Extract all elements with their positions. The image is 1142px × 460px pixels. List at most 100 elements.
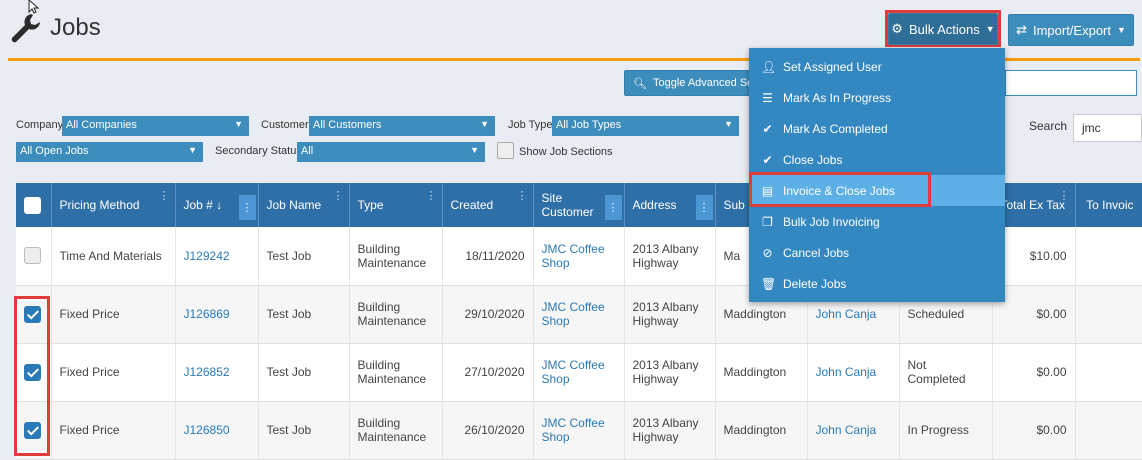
menu-item-mark-as-in-progress[interactable]: ☰ Mark As In Progress bbox=[749, 82, 1005, 113]
col-pricing-method[interactable]: Pricing Method ⋮ bbox=[51, 183, 176, 227]
address-cell-container: 2013 Albany Highway bbox=[624, 343, 716, 402]
site-customer-link-container: JMC Coffee Shop bbox=[533, 227, 625, 286]
suburb-cell: Maddington bbox=[723, 307, 787, 322]
table-row[interactable]: Fixed Price J126850 Test Job Building Maint… bbox=[16, 401, 1142, 460]
menu-item-close-jobs[interactable]: ✔ Close Jobs bbox=[749, 144, 1005, 175]
col-site-customer[interactable]: Site Customer ⋮ bbox=[533, 183, 625, 227]
total-invoiced-cell-container bbox=[1075, 401, 1142, 460]
toggle-advanced-search-button[interactable]: 🔍︎ Toggle Advanced Search bbox=[624, 70, 751, 96]
address-cell: 2013 Albany Highway bbox=[632, 416, 699, 445]
job-name-cell-container: Test Job bbox=[258, 285, 350, 344]
customer-label: Customer bbox=[261, 119, 309, 131]
column-menu-icon[interactable]: ⋮ bbox=[1059, 189, 1070, 202]
column-menu-icon[interactable]: ⋮ bbox=[159, 189, 170, 202]
address-cell: 2013 Albany Highway bbox=[632, 358, 699, 387]
job-number-link[interactable]: J126850 bbox=[184, 423, 230, 437]
caret-down-icon: ▼ bbox=[1117, 25, 1126, 35]
user-icon: 👤︎ bbox=[761, 59, 777, 74]
created-cell: 18/11/2020 bbox=[465, 248, 525, 263]
assigned-user-link[interactable]: John Canja bbox=[816, 423, 877, 437]
total-ex-tax-cell-container: $0.00 bbox=[992, 401, 1076, 460]
checkbox-selection-highlight bbox=[14, 296, 50, 456]
status-cell: In Progress bbox=[907, 423, 969, 438]
column-menu-icon[interactable]: ⋮ bbox=[517, 189, 528, 202]
assigned-user-link-container: John Canja bbox=[807, 401, 900, 460]
site-customer-link-container: JMC Coffee Shop bbox=[533, 401, 625, 460]
menu-item-cancel-jobs[interactable]: ⊘ Cancel Jobs bbox=[749, 237, 1005, 268]
col-address[interactable]: Address ⋮ bbox=[624, 183, 716, 227]
pricing-method-cell: Fixed Price bbox=[59, 365, 120, 380]
type-cell: Building Maintenance bbox=[357, 241, 427, 270]
customer-select[interactable]: All Customers ▼ bbox=[309, 116, 495, 136]
created-cell-container: 27/10/2020 bbox=[442, 343, 534, 402]
col-job-name[interactable]: Job Name ⋮ bbox=[258, 183, 350, 227]
job-number-link[interactable]: J126852 bbox=[184, 365, 230, 379]
trash-icon: 🗑︎ bbox=[761, 276, 777, 291]
column-menu-icon[interactable]: ⋮ bbox=[426, 189, 437, 202]
company-select[interactable]: All Companies ▼ bbox=[62, 116, 249, 136]
site-customer-link[interactable]: JMC Coffee Shop bbox=[542, 242, 605, 270]
pricing-method-cell: Fixed Price bbox=[59, 307, 120, 322]
assigned-user-link[interactable]: John Canja bbox=[816, 307, 877, 321]
caret-down-icon: ▼ bbox=[470, 145, 479, 155]
suburb-cell: Maddington bbox=[723, 423, 787, 438]
column-menu-icon[interactable]: ⋮ bbox=[695, 195, 713, 220]
job-number-link-container: J129242 bbox=[175, 227, 259, 286]
company-label: Company bbox=[16, 119, 64, 131]
status-cell: Not Completed bbox=[907, 358, 966, 387]
total-invoiced-cell-container bbox=[1075, 227, 1142, 286]
address-cell-container: 2013 Albany Highway bbox=[624, 401, 716, 460]
site-customer-link[interactable]: JMC Coffee Shop bbox=[542, 300, 605, 328]
type-cell-container: Building Maintenance bbox=[349, 343, 443, 402]
page-title: Jobs bbox=[50, 14, 101, 41]
created-cell-container: 18/11/2020 bbox=[442, 227, 534, 286]
address-cell: 2013 Albany Highway bbox=[632, 241, 699, 270]
secondary-status-select[interactable]: All ▼ bbox=[297, 142, 485, 162]
job-number-link[interactable]: J126869 bbox=[184, 307, 230, 321]
job-number-link[interactable]: J129242 bbox=[184, 249, 230, 263]
col-type[interactable]: Type ⋮ bbox=[349, 183, 443, 227]
row-checkbox[interactable] bbox=[24, 247, 41, 265]
site-customer-link[interactable]: JMC Coffee Shop bbox=[542, 416, 605, 444]
menu-item-mark-as-completed[interactable]: ✔ Mark As Completed bbox=[749, 113, 1005, 144]
pricing-method-cell-container: Fixed Price bbox=[51, 401, 176, 460]
secondary-status-label: Secondary Status bbox=[215, 145, 302, 157]
menu-item-delete-jobs[interactable]: 🗑︎ Delete Jobs bbox=[749, 268, 1005, 299]
search-input[interactable]: jmc bbox=[1073, 114, 1142, 142]
table-row[interactable]: Fixed Price J126852 Test Job Building Maint… bbox=[16, 343, 1142, 402]
pricing-method-cell-container: Fixed Price bbox=[51, 285, 176, 344]
suburb-cell: Ma bbox=[723, 248, 741, 263]
menu-item-label: Set Assigned User bbox=[783, 59, 882, 74]
assigned-user-link[interactable]: John Canja bbox=[816, 365, 877, 379]
select-all-checkbox[interactable] bbox=[24, 196, 41, 214]
import-export-button[interactable]: ⇄ Import/Export ▼ bbox=[1008, 14, 1134, 46]
address-cell-container: 2013 Albany Highway bbox=[624, 227, 716, 286]
select-all-header[interactable] bbox=[16, 183, 52, 227]
col-created[interactable]: Created ⋮ bbox=[442, 183, 534, 227]
job-status-select[interactable]: All Open Jobs ▼ bbox=[16, 142, 203, 162]
col-total-invoiced[interactable]: To Invoic bbox=[1075, 183, 1142, 227]
bulk-actions-button[interactable]: ⚙ Bulk Actions ▼ bbox=[888, 13, 998, 45]
menu-item-set-assigned-user[interactable]: 👤︎ Set Assigned User bbox=[749, 51, 1005, 82]
created-cell: 26/10/2020 bbox=[464, 423, 525, 438]
column-menu-icon[interactable]: ⋮ bbox=[238, 195, 256, 220]
wrench-icon bbox=[11, 13, 40, 43]
job-type-select[interactable]: All Job Types ▼ bbox=[552, 116, 739, 136]
menu-item-bulk-job-invoicing[interactable]: ❐ Bulk Job Invoicing bbox=[749, 206, 1005, 237]
caret-down-icon: ▼ bbox=[480, 119, 489, 129]
advanced-search-panel bbox=[1005, 70, 1137, 96]
col-job-number[interactable]: Job # ↓ ⋮ bbox=[175, 183, 259, 227]
total-invoiced-cell-container bbox=[1075, 343, 1142, 402]
menu-item-label: Cancel Jobs bbox=[783, 245, 850, 260]
site-customer-link[interactable]: JMC Coffee Shop bbox=[542, 358, 605, 386]
gear-icon: ⚙ bbox=[891, 21, 903, 36]
menu-item-label: Mark As In Progress bbox=[783, 90, 892, 105]
job-number-link-container: J126869 bbox=[175, 285, 259, 344]
column-menu-icon[interactable]: ⋮ bbox=[604, 195, 622, 220]
show-job-sections-checkbox[interactable] bbox=[497, 142, 514, 162]
site-customer-link-container: JMC Coffee Shop bbox=[533, 343, 625, 402]
column-menu-icon[interactable]: ⋮ bbox=[333, 189, 344, 202]
search-icon: 🔍︎ bbox=[633, 77, 647, 90]
total-ex-tax-cell-container: $0.00 bbox=[992, 343, 1076, 402]
created-cell-container: 29/10/2020 bbox=[442, 285, 534, 344]
